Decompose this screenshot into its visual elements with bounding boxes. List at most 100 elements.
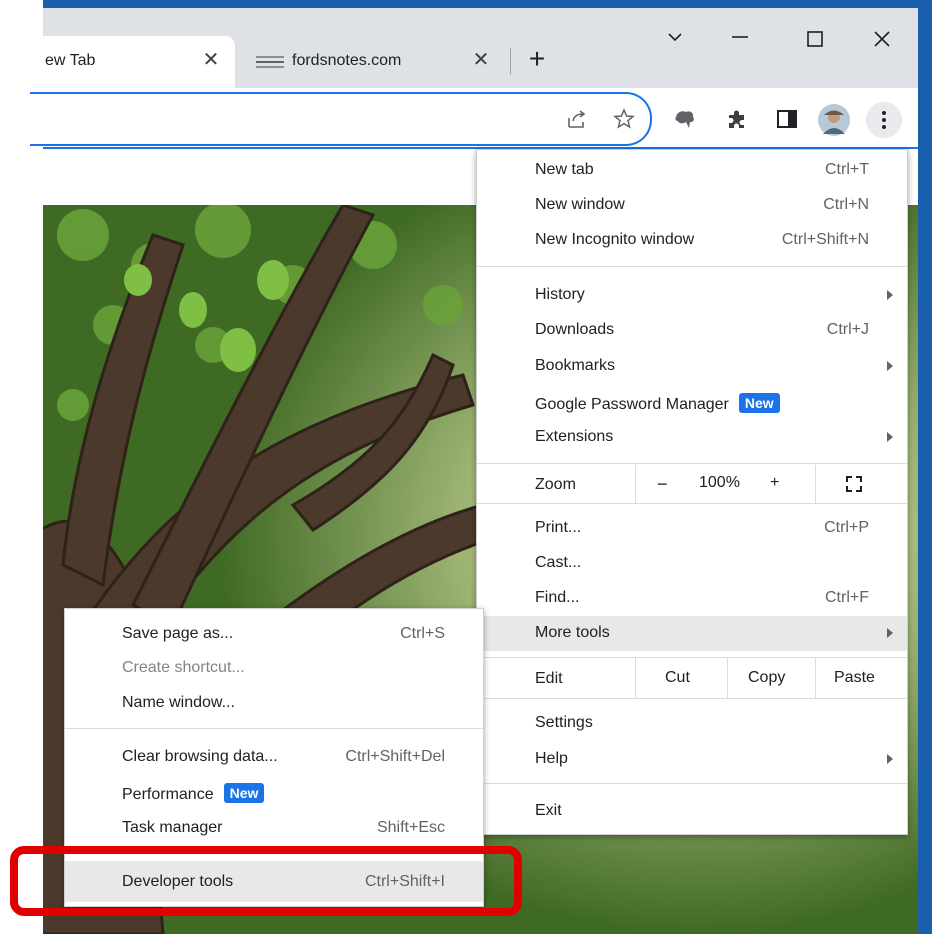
menu-item-new-tab[interactable]: New tab Ctrl+T <box>477 153 907 188</box>
menu-item-label: New Incognito window <box>535 231 695 248</box>
menu-item-shortcut: Ctrl+J <box>826 321 869 338</box>
menu-item-text: Performance <box>122 786 214 803</box>
new-tab-button[interactable]: + <box>522 44 552 74</box>
extension-blob-icon[interactable] <box>673 107 697 131</box>
menu-item-label: Cast... <box>535 554 582 571</box>
menu-row-zoom: Zoom − 100% + <box>477 465 907 503</box>
tab-label[interactable]: fordsnotes.com <box>292 52 401 70</box>
menu-item-label: Clear browsing data... <box>122 748 278 765</box>
menu-item-label: Google Password Manager New <box>535 393 780 414</box>
puzzle-icon[interactable] <box>725 107 749 131</box>
cell-separator <box>815 465 816 503</box>
menu-item-label: Bookmarks <box>535 357 616 374</box>
menu-item-history[interactable]: History <box>477 278 907 313</box>
highlight-callout-box <box>10 846 522 916</box>
menu-item-label: History <box>535 286 585 303</box>
new-badge: New <box>738 393 780 413</box>
menu-separator <box>477 503 907 504</box>
kebab-menu-icon <box>882 111 886 129</box>
menu-item-shortcut: Ctrl+S <box>400 625 445 642</box>
submenu-arrow-icon <box>887 361 893 371</box>
menu-item-performance[interactable]: Performance New <box>65 775 483 810</box>
copy-button[interactable]: Copy <box>748 669 785 687</box>
minimize-button[interactable] <box>720 30 760 64</box>
chrome-main-menu: New tab Ctrl+T New window Ctrl+N New Inc… <box>476 149 908 835</box>
menu-item-more-tools[interactable]: More tools <box>477 616 907 651</box>
address-bar[interactable] <box>30 92 652 146</box>
cell-separator <box>635 465 636 503</box>
menu-item-exit[interactable]: Exit <box>477 794 907 829</box>
menu-item-shortcut: Ctrl+T <box>825 161 869 178</box>
cut-button[interactable]: Cut <box>665 669 690 687</box>
cell-separator <box>635 658 636 698</box>
site-favicon-icon <box>256 53 284 71</box>
menu-separator <box>65 728 483 729</box>
cell-separator <box>815 658 816 698</box>
paste-button[interactable]: Paste <box>834 669 875 687</box>
close-window-button[interactable] <box>862 30 902 64</box>
menu-item-label: Exit <box>535 802 562 819</box>
minimize-icon <box>732 36 748 38</box>
menu-item-shortcut: Ctrl+N <box>823 196 869 213</box>
menu-item-settings[interactable]: Settings <box>477 706 907 741</box>
menu-item-shortcut: Ctrl+Shift+N <box>781 231 869 248</box>
menu-item-cast[interactable]: Cast... <box>477 546 907 581</box>
menu-item-label: Find... <box>535 589 580 606</box>
profile-avatar[interactable] <box>818 104 850 136</box>
menu-item-extensions[interactable]: Extensions <box>477 420 907 455</box>
tab-search-button[interactable] <box>655 30 695 64</box>
edit-label: Edit <box>535 670 563 687</box>
menu-item-help[interactable]: Help <box>477 742 907 777</box>
menu-separator <box>477 463 907 464</box>
menu-item-password-manager[interactable]: Google Password Manager New <box>477 385 907 420</box>
zoom-in-button[interactable]: + <box>770 474 779 492</box>
chevron-down-icon <box>668 33 682 42</box>
close-icon[interactable]: ✕ <box>198 47 224 73</box>
menu-row-edit: Edit Cut Copy Paste <box>477 658 907 698</box>
menu-item-shortcut: Shift+Esc <box>376 819 445 836</box>
zoom-label: Zoom <box>535 476 576 493</box>
zoom-out-button[interactable]: − <box>657 474 668 495</box>
maximize-icon <box>807 31 823 47</box>
screenshot: ew Tab ✕ fordsnotes.com ✕ + New tab Ctrl… <box>0 0 932 934</box>
menu-item-save-page-as[interactable]: Save page as... Ctrl+S <box>65 617 483 652</box>
menu-item-shortcut: Ctrl+F <box>825 589 869 606</box>
menu-item-new-incognito-window[interactable]: New Incognito window Ctrl+Shift+N <box>477 223 907 258</box>
cell-separator <box>727 658 728 698</box>
menu-separator <box>477 783 907 784</box>
share-icon[interactable] <box>565 107 589 131</box>
menu-item-label: Name window... <box>122 694 235 711</box>
close-icon[interactable]: ✕ <box>468 47 494 73</box>
menu-item-shortcut: Ctrl+Shift+Del <box>345 748 445 765</box>
bookmark-star-icon[interactable] <box>612 107 636 131</box>
tab-separator <box>510 48 511 74</box>
menu-item-task-manager[interactable]: Task manager Shift+Esc <box>65 811 483 846</box>
close-icon <box>874 31 890 47</box>
menu-item-print[interactable]: Print... Ctrl+P <box>477 511 907 546</box>
fullscreen-icon[interactable] <box>845 475 863 493</box>
menu-item-label: New tab <box>535 161 594 178</box>
menu-item-clear-browsing-data[interactable]: Clear browsing data... Ctrl+Shift+Del <box>65 740 483 775</box>
menu-item-downloads[interactable]: Downloads Ctrl+J <box>477 313 907 348</box>
menu-item-label: Downloads <box>535 321 615 338</box>
menu-item-name-window[interactable]: Name window... <box>65 686 483 721</box>
menu-item-create-shortcut: Create shortcut... <box>65 651 483 686</box>
menu-item-label: Task manager <box>122 819 223 836</box>
side-panel-icon[interactable] <box>775 107 799 131</box>
maximize-button[interactable] <box>795 30 835 64</box>
menu-item-new-window[interactable]: New window Ctrl+N <box>477 188 907 223</box>
menu-item-label: Create shortcut... <box>122 659 245 676</box>
menu-item-find[interactable]: Find... Ctrl+F <box>477 581 907 616</box>
submenu-arrow-icon <box>887 290 893 300</box>
menu-item-label: Extensions <box>535 428 614 445</box>
menu-item-label: More tools <box>535 624 610 641</box>
menu-item-text: Google Password Manager <box>535 396 729 413</box>
new-badge: New <box>223 783 265 803</box>
kebab-menu-button[interactable] <box>866 102 902 138</box>
menu-item-label: Settings <box>535 714 593 731</box>
submenu-arrow-icon <box>887 432 893 442</box>
menu-item-label: Help <box>535 750 568 767</box>
menu-item-label: Performance New <box>122 783 265 804</box>
menu-item-bookmarks[interactable]: Bookmarks <box>477 349 907 384</box>
menu-separator <box>477 698 907 699</box>
